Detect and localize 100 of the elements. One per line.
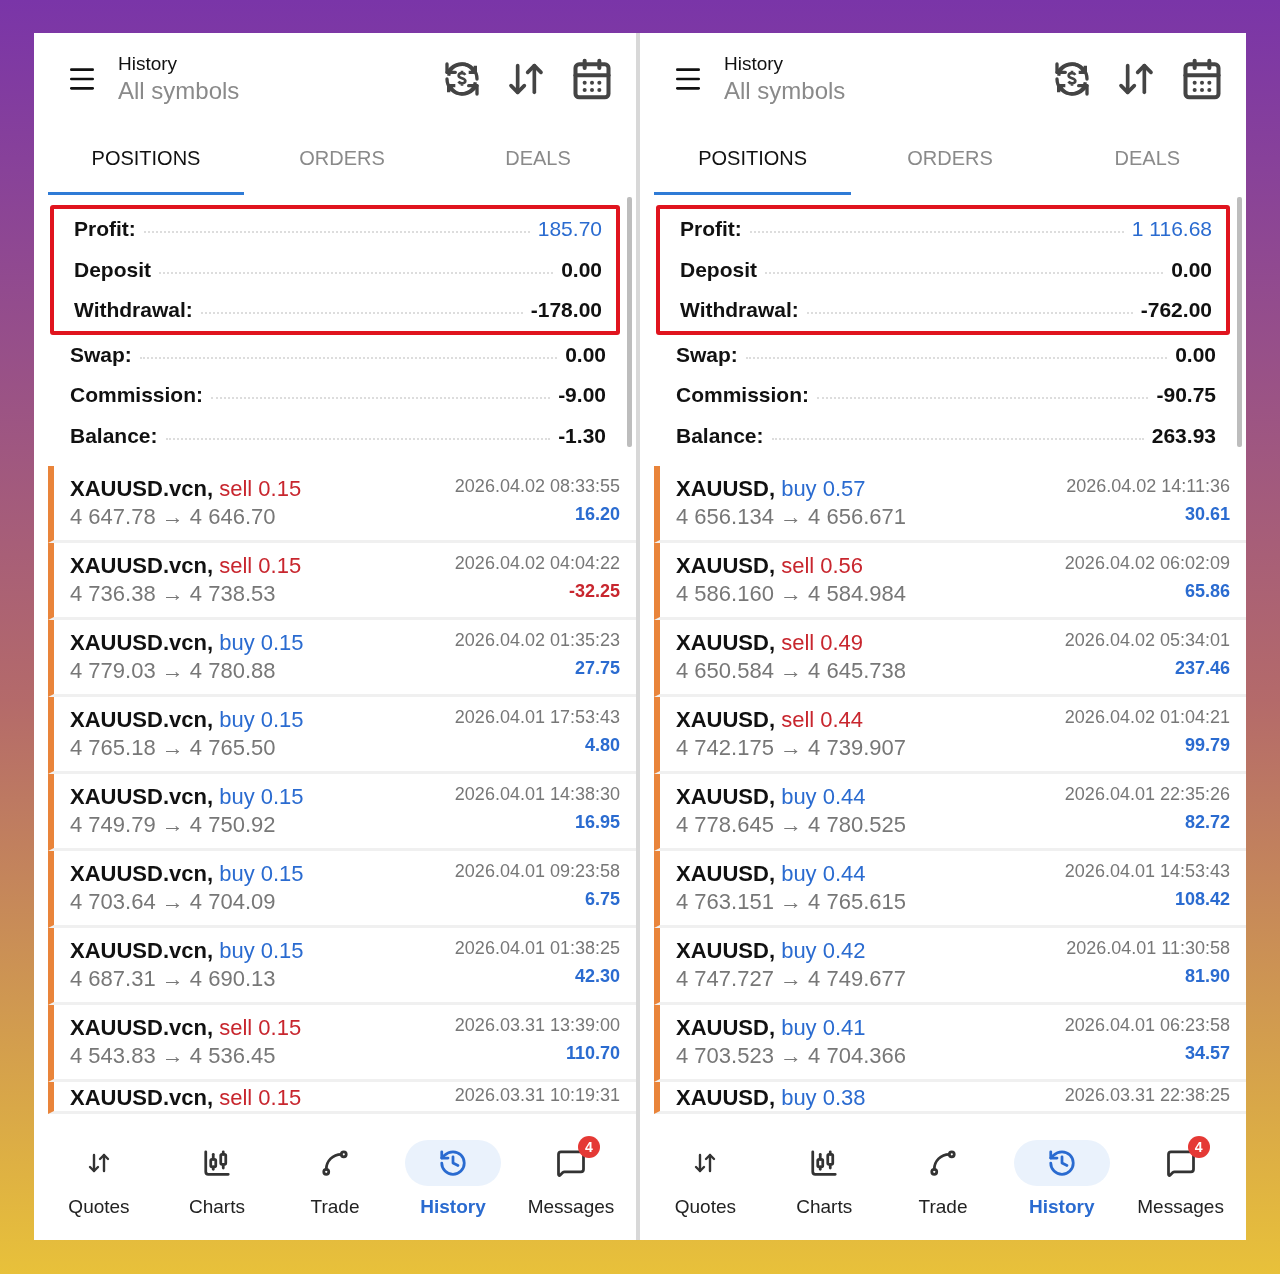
position-row[interactable]: XAUUSD, buy 0.41 2026.04.01 06:23:58 4 703.523 → 4 704.366 34.57 bbox=[654, 1005, 1246, 1082]
position-row[interactable]: XAUUSD, buy 0.38 2026.03.31 22:38:25 bbox=[654, 1082, 1246, 1114]
summary-value: -90.75 bbox=[1156, 383, 1216, 408]
position-time: 2026.04.01 06:23:58 bbox=[1064, 1015, 1230, 1037]
position-prices: 4 778.645 → 4 780.525 bbox=[676, 812, 907, 838]
position-row[interactable]: XAUUSD.vcn, sell 0.15 2026.03.31 13:39:00 4 543.83 → 4 536.45 110.70 bbox=[48, 1005, 636, 1082]
position-title: XAUUSD.vcn, sell 0.15 bbox=[70, 1085, 303, 1111]
position-prices: 4 586.160 → 4 584.984 bbox=[676, 581, 907, 607]
candlestick-icon bbox=[809, 1148, 840, 1178]
position-time: 2026.04.01 14:53:43 bbox=[1064, 861, 1230, 883]
position-time: 2026.04.02 08:33:55 bbox=[454, 476, 620, 498]
summary-label: Balance: bbox=[70, 423, 158, 448]
summary-value: 0.00 bbox=[1175, 342, 1216, 367]
position-profit: 65.86 bbox=[1183, 581, 1230, 603]
summary-value: -9.00 bbox=[558, 383, 606, 408]
summary-label: Deposit bbox=[680, 257, 757, 282]
arrows-up-down-icon bbox=[693, 1151, 718, 1175]
screen-title: History bbox=[724, 53, 785, 75]
position-row[interactable]: XAUUSD, sell 0.56 2026.04.02 06:02:09 4 586.160 → 4 584.984 65.86 bbox=[654, 543, 1246, 620]
tab[interactable]: POSITIONS bbox=[654, 125, 852, 195]
position-time: 2026.03.31 13:39:00 bbox=[454, 1015, 620, 1037]
position-title: XAUUSD.vcn, sell 0.15 bbox=[70, 553, 303, 579]
position-profit: 82.72 bbox=[1183, 812, 1230, 834]
position-prices: 4 736.38 → 4 738.53 bbox=[70, 581, 277, 607]
position-row[interactable]: XAUUSD, buy 0.42 2026.04.01 11:30:58 4 747.727 → 4 749.677 81.90 bbox=[654, 928, 1246, 1005]
position-profit: 108.42 bbox=[1173, 889, 1230, 911]
position-row[interactable]: XAUUSD.vcn, buy 0.15 2026.04.01 14:38:30 4 749.79 → 4 750.92 16.95 bbox=[48, 774, 636, 851]
position-row[interactable]: XAUUSD, buy 0.44 2026.04.01 22:35:26 4 778.645 → 4 780.525 82.72 bbox=[654, 774, 1246, 851]
position-time: 2026.04.01 11:30:58 bbox=[1066, 938, 1230, 960]
position-profit: 110.70 bbox=[564, 1043, 620, 1065]
summary-value: 0.00 bbox=[561, 257, 602, 282]
position-profit: 27.75 bbox=[573, 658, 620, 680]
position-row[interactable]: XAUUSD.vcn, buy 0.15 2026.04.01 17:53:43 4 765.18 → 4 765.50 4.80 bbox=[48, 697, 636, 774]
position-title: XAUUSD, buy 0.38 bbox=[676, 1085, 867, 1111]
summary-label: Commission: bbox=[676, 383, 809, 408]
position-row[interactable]: XAUUSD.vcn, buy 0.15 2026.04.02 01:35:23 4 779.03 → 4 780.88 27.75 bbox=[48, 620, 636, 697]
tab[interactable]: POSITIONS bbox=[48, 125, 244, 195]
position-prices: 4 765.18 → 4 765.50 bbox=[70, 735, 277, 761]
position-prices: 4 687.31 → 4 690.13 bbox=[70, 966, 277, 992]
position-prices: 4 647.78 → 4 646.70 bbox=[70, 504, 277, 530]
position-profit: 4.80 bbox=[583, 735, 620, 757]
position-prices: 4 749.79 → 4 750.92 bbox=[70, 812, 277, 838]
position-prices: 4 703.64 → 4 704.09 bbox=[70, 889, 277, 915]
position-time: 2026.04.02 05:34:01 bbox=[1064, 630, 1230, 652]
summary-label: Profit: bbox=[74, 217, 136, 242]
arrows-up-down-icon bbox=[87, 1151, 111, 1175]
nav-item[interactable]: History bbox=[394, 1140, 512, 1218]
position-prices: 4 650.584 → 4 645.738 bbox=[676, 658, 907, 684]
position-title: XAUUSD.vcn, sell 0.15 bbox=[70, 1015, 303, 1041]
summary-value: -762.00 bbox=[1140, 298, 1212, 323]
position-profit: 6.75 bbox=[583, 889, 620, 911]
unread-badge: 4 bbox=[1187, 1136, 1210, 1158]
summary-label: Withdrawal: bbox=[74, 298, 193, 323]
summary-label: Swap: bbox=[676, 342, 738, 367]
position-profit: 30.61 bbox=[1183, 504, 1230, 526]
position-row[interactable]: XAUUSD, buy 0.44 2026.04.01 14:53:43 4 763.151 → 4 765.615 108.42 bbox=[654, 851, 1246, 928]
trend-line-icon bbox=[320, 1148, 350, 1178]
nav-item[interactable]: Trade bbox=[276, 1140, 394, 1218]
position-time: 2026.04.01 22:35:26 bbox=[1064, 784, 1230, 806]
summary-label: Withdrawal: bbox=[680, 298, 799, 323]
summary-value: -1.30 bbox=[558, 423, 606, 448]
nav-item[interactable]: Trade bbox=[883, 1140, 1003, 1218]
position-title: XAUUSD.vcn, buy 0.15 bbox=[70, 938, 305, 964]
position-title: XAUUSD, sell 0.44 bbox=[676, 707, 865, 733]
history-clock-icon bbox=[1046, 1148, 1077, 1178]
chat-bubble-icon bbox=[556, 1148, 586, 1178]
summary-value: 1 116.68 bbox=[1131, 217, 1212, 242]
position-row[interactable]: XAUUSD, sell 0.44 2026.04.02 01:04:21 4 742.175 → 4 739.907 99.79 bbox=[654, 697, 1246, 774]
position-title: XAUUSD.vcn, sell 0.15 bbox=[70, 476, 303, 502]
position-title: XAUUSD, buy 0.44 bbox=[676, 861, 867, 887]
nav-item[interactable]: Quotes bbox=[40, 1140, 158, 1218]
summary-label: Profit: bbox=[680, 217, 742, 242]
position-row[interactable]: XAUUSD.vcn, buy 0.15 2026.04.01 09:23:58 4 703.64 → 4 704.09 6.75 bbox=[48, 851, 636, 928]
position-profit: -32.25 bbox=[567, 581, 620, 603]
position-profit: 81.90 bbox=[1183, 966, 1230, 988]
position-row[interactable]: XAUUSD.vcn, sell 0.15 2026.04.02 08:33:55 4 647.78 → 4 646.70 16.20 bbox=[48, 466, 636, 543]
position-time: 2026.04.01 17:53:43 bbox=[454, 707, 620, 729]
summary-value: -178.00 bbox=[530, 298, 602, 323]
position-time: 2026.04.01 14:38:30 bbox=[454, 784, 620, 806]
position-row[interactable]: XAUUSD, buy 0.57 2026.04.02 14:11:36 4 656.134 → 4 656.671 30.61 bbox=[654, 466, 1246, 543]
position-time: 2026.04.02 14:11:36 bbox=[1066, 476, 1230, 498]
position-profit: 16.95 bbox=[573, 812, 620, 834]
position-prices: 4 747.727 → 4 749.677 bbox=[676, 966, 907, 992]
summary-value: 0.00 bbox=[565, 342, 606, 367]
position-prices: 4 656.134 → 4 656.671 bbox=[676, 504, 907, 530]
position-row[interactable]: XAUUSD.vcn, sell 0.15 2026.04.02 04:04:22 4 736.38 → 4 738.53 -32.25 bbox=[48, 543, 636, 620]
nav-item[interactable]: Charts bbox=[158, 1140, 276, 1218]
chat-bubble-icon bbox=[1165, 1148, 1196, 1178]
summary-label: Deposit bbox=[74, 257, 151, 282]
position-profit: 16.20 bbox=[573, 504, 620, 526]
nav-item[interactable]: History bbox=[1002, 1140, 1122, 1218]
nav-item[interactable]: Quotes bbox=[646, 1140, 765, 1218]
position-row[interactable]: XAUUSD, sell 0.49 2026.04.02 05:34:01 4 650.584 → 4 645.738 237.46 bbox=[654, 620, 1246, 697]
position-time: 2026.03.31 22:38:25 bbox=[1064, 1085, 1230, 1107]
trend-line-icon bbox=[928, 1148, 958, 1178]
position-row[interactable]: XAUUSD.vcn, buy 0.15 2026.04.01 01:38:25 4 687.31 → 4 690.13 42.30 bbox=[48, 928, 636, 1005]
position-row[interactable]: XAUUSD.vcn, sell 0.15 2026.03.31 10:19:31 bbox=[48, 1082, 636, 1114]
nav-item[interactable]: Charts bbox=[764, 1140, 884, 1218]
position-time: 2026.04.02 01:35:23 bbox=[454, 630, 620, 652]
position-title: XAUUSD, sell 0.49 bbox=[676, 630, 865, 656]
